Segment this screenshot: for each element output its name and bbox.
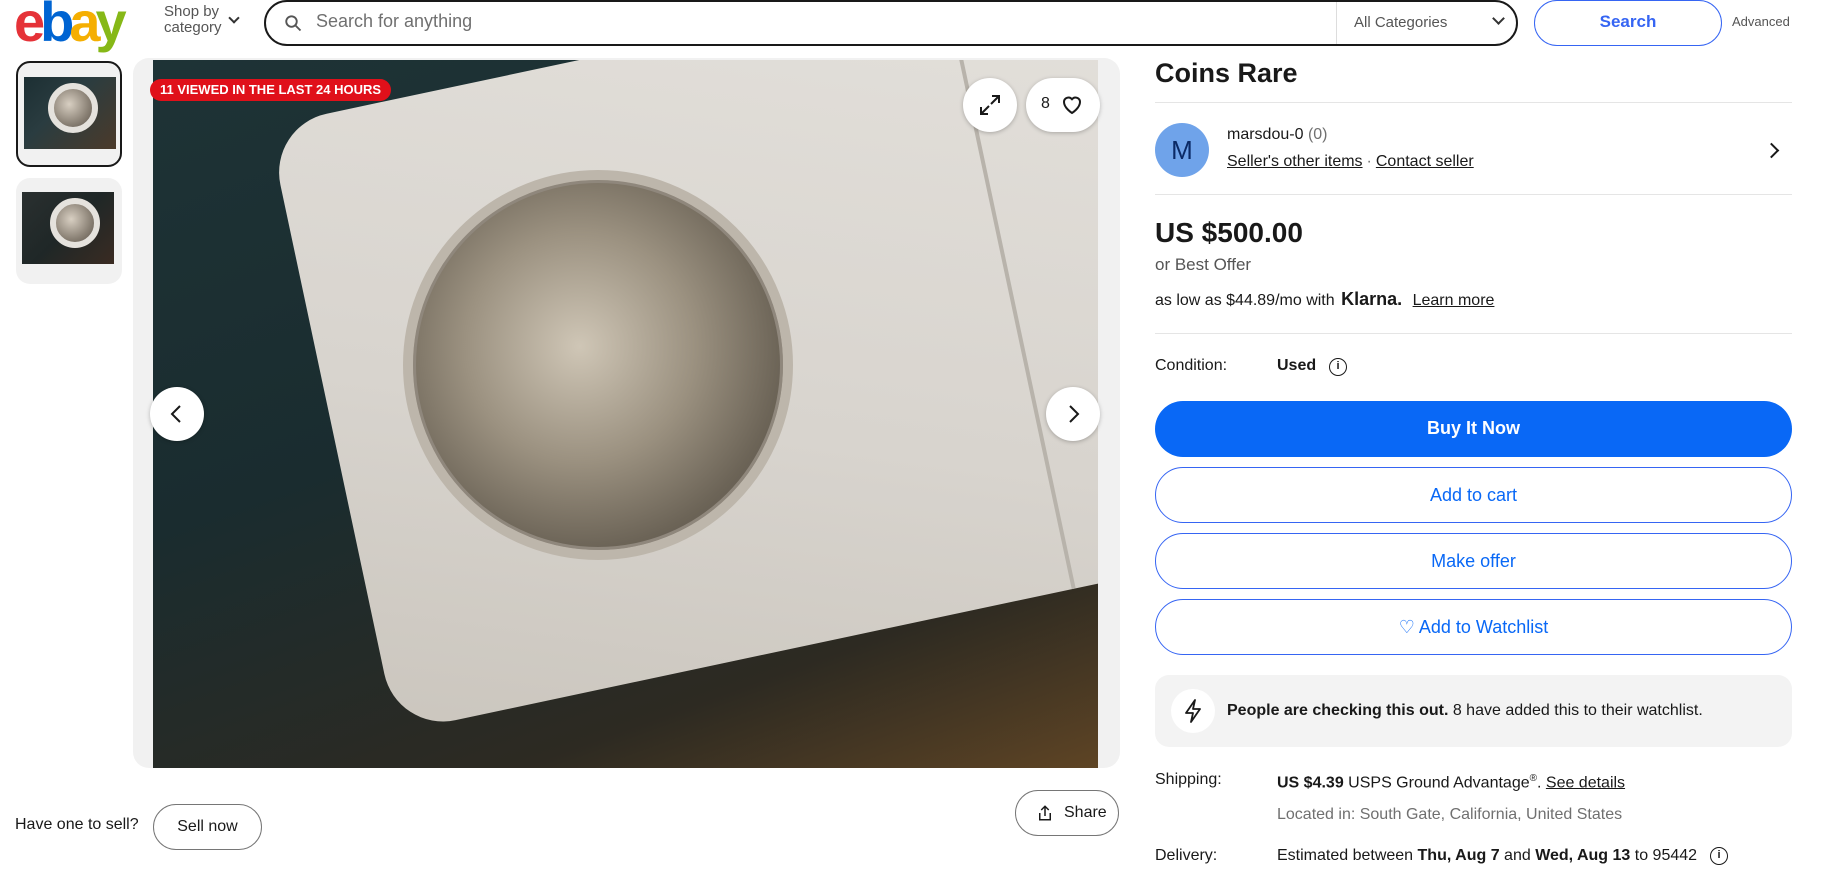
registered-mark: ® (1529, 773, 1537, 784)
seller-info: marsdou-0 (0) (1227, 126, 1328, 144)
thumbnail-1[interactable] (16, 61, 122, 167)
shipping-price: US $4.39 (1277, 774, 1344, 792)
watchers-alert: People are checking this out. 8 have add… (1155, 675, 1792, 747)
viewed-badge: 11 VIEWED IN THE LAST 24 HOURS (150, 79, 392, 101)
separator: · (1366, 153, 1372, 170)
expand-icon (980, 95, 1000, 115)
avatar[interactable]: M (1155, 123, 1209, 177)
holder-fold (938, 60, 1076, 590)
delivery-value: Estimated between Thu, Aug 7 and Wed, Au… (1277, 847, 1697, 865)
advanced-search-link[interactable]: Advanced (1732, 14, 1790, 29)
make-offer-button[interactable]: Make offer (1155, 533, 1792, 589)
info-icon[interactable]: i (1329, 358, 1347, 376)
buy-it-now-button[interactable]: Buy It Now (1155, 401, 1792, 457)
delivery-end: Wed, Aug 13 (1535, 847, 1631, 864)
klarna-logo: Klarna. (1341, 289, 1403, 309)
search-button[interactable]: Search (1534, 0, 1722, 46)
delivery-prefix: Estimated between (1277, 847, 1418, 864)
seller-other-items-link[interactable]: Seller's other items (1227, 153, 1363, 170)
item-price: US $500.00 (1155, 217, 1303, 248)
heart-icon (1062, 96, 1082, 115)
share-button[interactable]: Share (1015, 790, 1119, 836)
condition-label: Condition: (1155, 357, 1228, 374)
chevron-down-icon (228, 12, 240, 24)
add-to-watchlist-button[interactable]: ♡ Add to Watchlist (1155, 599, 1792, 655)
seller-feedback: (0) (1307, 126, 1328, 143)
watch-button[interactable]: 8 (1026, 78, 1100, 132)
shop-by-category-label: Shop by category (164, 3, 222, 36)
chevron-down-icon (1492, 12, 1505, 25)
item-location: Located in: South Gate, California, Unit… (1277, 806, 1623, 823)
alert-icon-wrap (1171, 689, 1215, 733)
site-header: ebay Shop by category Search for anythin… (0, 0, 1833, 56)
add-to-cart-button[interactable]: Add to cart (1155, 467, 1792, 523)
info-icon[interactable]: i (1710, 847, 1728, 865)
divider (1155, 102, 1792, 103)
expand-button[interactable] (963, 78, 1017, 132)
shipping-period: . (1537, 774, 1546, 792)
category-select[interactable]: All Categories (1354, 14, 1447, 31)
item-title: Coins Rare (1155, 58, 1298, 88)
share-icon (1039, 805, 1051, 821)
chevron-right-icon (1069, 405, 1080, 423)
shipping-service: USPS Ground Advantage (1343, 774, 1530, 792)
shipping-value: US $4.39 USPS Ground Advantage®. See det… (1277, 773, 1625, 792)
share-label: Share (1064, 804, 1107, 821)
divider (1155, 194, 1792, 195)
sell-prompt: Have one to sell? (15, 816, 139, 833)
learn-more-link[interactable]: Learn more (1413, 292, 1495, 309)
contact-seller-link[interactable]: Contact seller (1376, 153, 1474, 170)
search-bar: Search for anything All Categories (264, 0, 1518, 46)
delivery-start: Thu, Aug 7 (1417, 847, 1500, 864)
lightning-icon (1185, 699, 1201, 723)
search-input[interactable]: Search for anything (316, 11, 472, 32)
alert-rest: 8 have added this to their watchlist. (1448, 702, 1703, 719)
coin-image (50, 198, 100, 248)
main-product-image[interactable] (153, 60, 1098, 768)
watch-count: 8 (1041, 95, 1050, 112)
klarna-text: as low as $44.89/mo with (1155, 292, 1335, 309)
see-details-link[interactable]: See details (1546, 774, 1625, 791)
condition-value: Used (1277, 357, 1317, 374)
klarna-financing: as low as $44.89/mo with Klarna. Learn m… (1155, 289, 1494, 310)
alert-text: People are checking this out. 8 have add… (1227, 702, 1703, 720)
thumbnail-2[interactable] (16, 178, 122, 284)
seller-links: Seller's other items · Contact seller (1227, 153, 1474, 171)
seller-name[interactable]: marsdou-0 (1227, 126, 1303, 143)
shop-by-category-button[interactable]: Shop by category (164, 3, 240, 36)
delivery-and: and (1499, 847, 1536, 864)
search-divider (1336, 2, 1337, 44)
delivery-label: Delivery: (1155, 847, 1218, 864)
coin-image (403, 170, 793, 560)
sell-now-button[interactable]: Sell now (153, 804, 262, 850)
chevron-right-icon[interactable] (1763, 142, 1780, 159)
shipping-label: Shipping: (1155, 771, 1222, 788)
alert-bold: People are checking this out. (1227, 702, 1449, 719)
coin-image (48, 83, 98, 133)
best-offer-text: or Best Offer (1155, 255, 1252, 274)
ebay-logo[interactable]: ebay (14, 0, 127, 50)
chevron-left-icon (170, 405, 181, 423)
search-icon (285, 15, 302, 32)
delivery-zip: to 95442 (1630, 847, 1698, 864)
divider (1155, 333, 1792, 334)
prev-image-button[interactable] (150, 387, 204, 441)
next-image-button[interactable] (1046, 387, 1100, 441)
